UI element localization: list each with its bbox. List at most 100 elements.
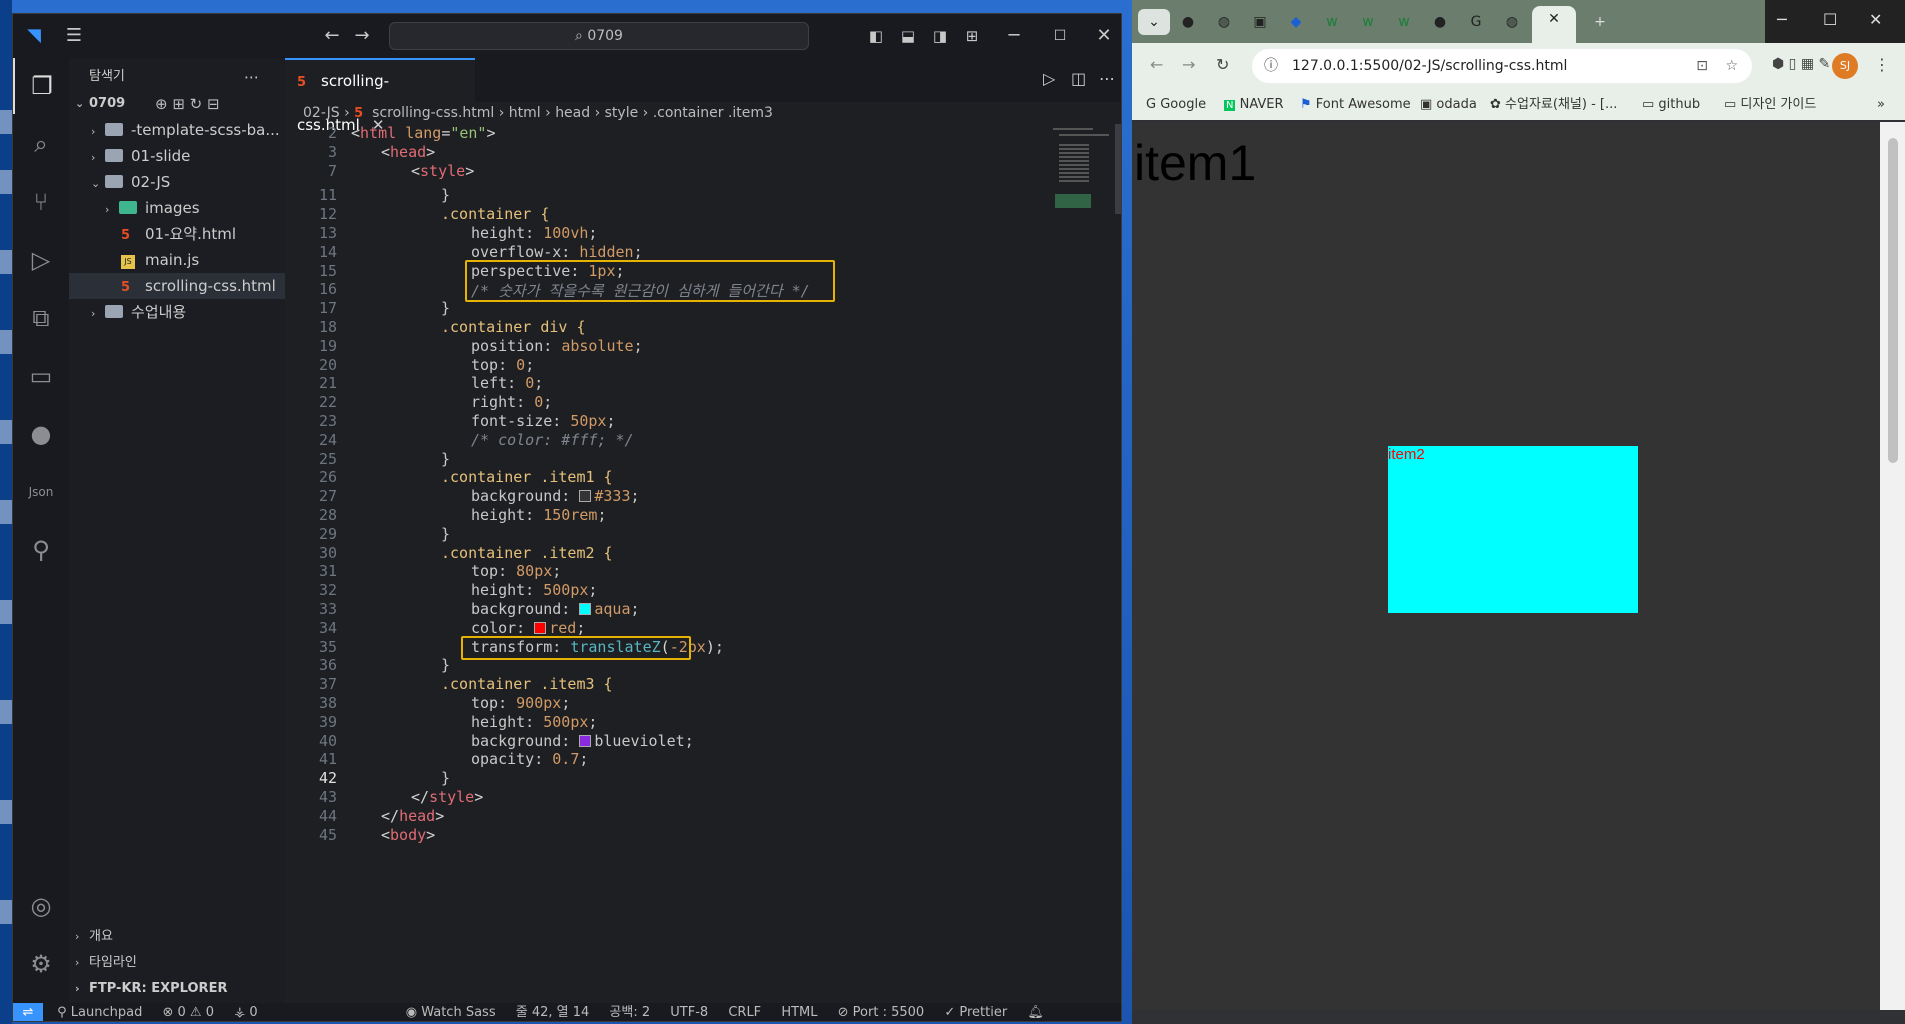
code-line[interactable]: .container .item2 { xyxy=(441,544,613,562)
code-line[interactable]: .container { xyxy=(441,205,549,223)
tab-scrolling-css-html[interactable]: 5 scrolling-css.html ✕ xyxy=(285,58,475,134)
watch-sass-item[interactable]: ◉ Watch Sass xyxy=(406,1005,496,1020)
tab-search-icon[interactable]: ⌄ xyxy=(1138,9,1170,35)
tree-item-01-summary-html[interactable]: 5 01-요약.html xyxy=(69,221,285,247)
explorer-toolbar[interactable]: ⊕ ⊞ ↻ ⊟ xyxy=(155,91,285,117)
remote-indicator-icon[interactable]: ⇌ xyxy=(13,1003,43,1021)
maximize-icon[interactable]: ☐ xyxy=(1049,25,1071,47)
code-line[interactable]: } xyxy=(441,186,450,204)
code-line[interactable]: <body> xyxy=(381,826,435,844)
tab-w3[interactable]: w xyxy=(1388,9,1420,35)
code-line[interactable]: } xyxy=(441,769,450,787)
tab-w2[interactable]: w xyxy=(1352,9,1384,35)
tree-item-template-scss[interactable]: › -template-scss-ba... xyxy=(69,117,285,143)
settings-gear-icon[interactable]: ⚙ xyxy=(13,936,69,992)
cursor-position-item[interactable]: 줄 42, 열 14 xyxy=(516,1005,590,1020)
code-editor[interactable]: 2 <html lang="en"> 3 <head> 7 <style> 11} 12 .co… xyxy=(285,124,1045,994)
sticky-scroll-line[interactable]: <style> xyxy=(411,162,474,180)
more-actions-icon[interactable]: ⋯ xyxy=(244,64,274,90)
code-line[interactable]: </head> xyxy=(381,807,444,825)
sticky-scroll-line[interactable]: <head> xyxy=(381,143,435,161)
tab-generic-2[interactable]: ◍ xyxy=(1496,9,1528,35)
code-line[interactable]: background: aqua; xyxy=(471,600,640,618)
address-bar[interactable]: ⓘ 127.0.0.1:5500/02-JS/scrolling-css.htm… xyxy=(1252,49,1752,83)
code-line[interactable]: .container div { xyxy=(441,318,586,336)
code-line[interactable]: } xyxy=(441,525,450,543)
code-line[interactable]: /* color: #fff; */ xyxy=(471,431,634,449)
live-server-port-item[interactable]: ⊘ Port : 5500 xyxy=(838,1005,925,1020)
site-info-icon[interactable]: ⓘ xyxy=(1264,49,1278,83)
tab-blue[interactable]: ◆ xyxy=(1280,9,1312,35)
forward-arrow-icon[interactable]: → xyxy=(351,25,373,47)
sticky-scroll-line[interactable]: <html lang="en"> xyxy=(351,124,496,142)
menu-icon[interactable]: ☰ xyxy=(63,25,85,47)
code-line[interactable]: .container .item3 { xyxy=(441,675,613,693)
account-icon[interactable]: ◎ xyxy=(13,878,69,934)
code-line[interactable]: left: 0; xyxy=(471,374,543,392)
code-line[interactable]: top: 0; xyxy=(471,356,534,374)
tree-item-scrolling-css-html[interactable]: 5 scrolling-css.html xyxy=(69,273,285,299)
editor-scrollbar[interactable] xyxy=(1115,124,1121,214)
code-line[interactable]: height: 500px; xyxy=(471,713,597,731)
tree-item-class-notes[interactable]: › 수업내용 xyxy=(69,299,285,325)
code-line[interactable]: } xyxy=(441,299,450,317)
run-icon[interactable]: ▷ xyxy=(1043,69,1055,88)
tab-generic[interactable]: ◍ xyxy=(1208,9,1240,35)
scrollbar-thumb[interactable] xyxy=(1888,138,1898,463)
language-mode-item[interactable]: HTML xyxy=(781,1005,817,1020)
toggle-sidebar-icon[interactable]: ◧ xyxy=(865,25,887,47)
tab-active-close-icon[interactable]: ✕ xyxy=(1532,6,1576,43)
remote-explorer-icon[interactable]: ▭ xyxy=(13,348,69,404)
tree-item-01-slide[interactable]: › 01-slide xyxy=(69,143,285,169)
launchpad-item[interactable]: ⚲ Launchpad xyxy=(57,1005,142,1020)
code-line[interactable]: position: absolute; xyxy=(471,337,643,355)
bookmark-google[interactable]: G Google xyxy=(1146,90,1206,120)
bookmarks-overflow-icon[interactable]: » xyxy=(1877,90,1885,120)
chrome-menu-icon[interactable]: ⋮ xyxy=(1874,55,1890,74)
tab-odada[interactable]: ▣ xyxy=(1244,9,1276,35)
maximize-icon[interactable]: ☐ xyxy=(1823,10,1837,29)
code-line[interactable]: } xyxy=(441,450,450,468)
code-line[interactable]: opacity: 0.7; xyxy=(471,750,588,768)
bookmark-folder-github[interactable]: ▭ github xyxy=(1642,90,1700,120)
outline-section[interactable]: › 개요 xyxy=(69,924,285,950)
tab-github[interactable]: ● xyxy=(1172,9,1204,35)
run-debug-icon[interactable]: ▷ xyxy=(13,232,69,288)
encoding-item[interactable]: UTF-8 xyxy=(670,1005,708,1020)
minimap[interactable] xyxy=(1045,124,1115,244)
tab-github-2[interactable]: ● xyxy=(1424,9,1456,35)
breadcrumb-item[interactable]: head xyxy=(555,105,590,121)
code-line[interactable]: top: 900px; xyxy=(471,694,570,712)
code-line[interactable]: .container .item1 { xyxy=(441,468,613,486)
code-line[interactable]: top: 80px; xyxy=(471,562,561,580)
bookmark-font-awesome[interactable]: ⚑ Font Awesome xyxy=(1300,90,1411,120)
code-line[interactable]: background: #333; xyxy=(471,487,640,505)
toggle-panel-icon[interactable]: ⬓ xyxy=(897,25,919,47)
bookmark-star-icon[interactable]: ☆ xyxy=(1725,49,1738,83)
translate-icon[interactable]: ⊡ xyxy=(1696,49,1708,83)
code-line[interactable]: height: 500px; xyxy=(471,581,597,599)
search-view-icon[interactable]: ⌕ xyxy=(13,116,69,172)
editor-more-icon[interactable]: ⋯ xyxy=(1099,69,1115,88)
code-line[interactable]: /* 숫자가 작을수록 원근감이 심하게 들어간다 */ xyxy=(471,280,810,301)
bookmark-folder-design-guide[interactable]: ▭ 디자인 가이드 xyxy=(1724,90,1816,120)
breadcrumb-item[interactable]: scrolling-css.html xyxy=(372,105,494,121)
toggle-secondary-sidebar-icon[interactable]: ◨ xyxy=(929,25,951,47)
new-tab-icon[interactable]: + xyxy=(1584,9,1616,35)
profile-avatar[interactable]: SJ xyxy=(1832,53,1858,79)
minimize-icon[interactable]: ─ xyxy=(1003,25,1025,47)
problems-item[interactable]: ⊗ 0 ⚠ 0 xyxy=(162,1005,214,1020)
tab-google[interactable]: G xyxy=(1460,9,1492,35)
tree-item-images[interactable]: › images xyxy=(69,195,285,221)
breadcrumb-item[interactable]: .container .item3 xyxy=(653,105,773,121)
eol-item[interactable]: CRLF xyxy=(728,1005,761,1020)
command-center-search[interactable]: ⌕ 0709 xyxy=(389,22,809,50)
timeline-section[interactable]: › 타임라인 xyxy=(69,950,285,976)
bookmark-odada[interactable]: ▣ odada xyxy=(1420,90,1477,120)
tree-item-02-js[interactable]: ⌄ 02-JS xyxy=(69,169,285,195)
minimize-icon[interactable]: ─ xyxy=(1777,10,1787,29)
reload-icon[interactable]: ↻ xyxy=(1216,55,1229,74)
customize-layout-icon[interactable]: ⊞ xyxy=(961,25,983,47)
page-scrollbar[interactable] xyxy=(1880,122,1905,1010)
split-editor-icon[interactable]: ◫ xyxy=(1071,69,1086,88)
